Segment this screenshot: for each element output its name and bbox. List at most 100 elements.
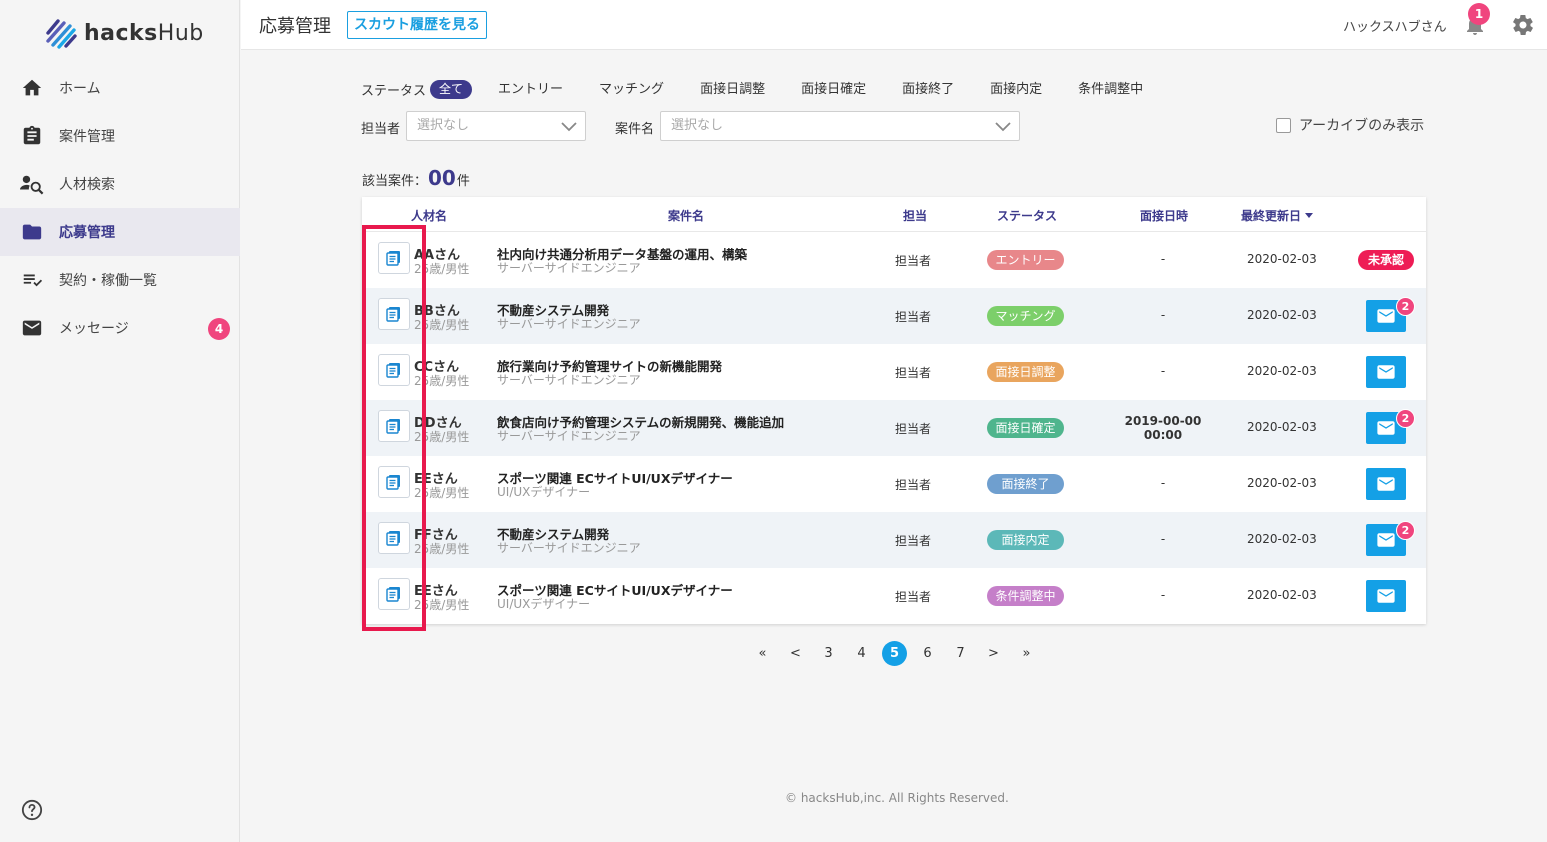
interview-datetime: 2019-00-00 00:00 xyxy=(1124,414,1202,442)
document-icon xyxy=(386,475,400,490)
hackshub-logo-icon xyxy=(46,19,77,49)
talent-detail-button[interactable] xyxy=(378,354,410,386)
message-count-badge: 4 xyxy=(208,318,230,340)
document-icon xyxy=(386,587,400,602)
home-icon xyxy=(20,76,44,100)
table-row: BBさん 25歳/男性 不動産システム開発 サーバーサイドエンジニア 担当者 マッチング -… xyxy=(362,288,1426,344)
archive-only-toggle[interactable]: アーカイブのみ表示 xyxy=(1276,115,1424,135)
status-filter-label: ステータス xyxy=(361,83,427,99)
talent-detail-button[interactable] xyxy=(378,242,410,274)
status-chip-interview-confirmed[interactable]: 面接日確定 xyxy=(793,80,874,99)
list-check-icon xyxy=(20,268,44,292)
updated-date: 2020-02-03 xyxy=(1247,532,1317,546)
sidebar-item-home[interactable]: ホーム xyxy=(0,64,240,112)
status-chip-negotiating[interactable]: 条件調整中 xyxy=(1070,80,1151,99)
talent-detail-button[interactable] xyxy=(378,466,410,498)
project-role: サーバーサイドエンジニア xyxy=(497,317,641,331)
table-row: CCさん 25歳/男性 旅行業向け予約管理サイトの新機能開発 サーバーサイドエンジニア… xyxy=(362,344,1426,400)
header-updated-sort[interactable]: 最終更新日 xyxy=(1241,207,1314,224)
sidebar-nav: ホーム 案件管理 人材検索 応募管理 契約・稼働一覧 メッセージ 4 xyxy=(0,64,240,352)
sidebar-item-label: ホーム xyxy=(59,81,101,97)
page-title: 応募管理 xyxy=(259,16,331,37)
project-filter-label: 案件名 xyxy=(615,122,655,137)
document-icon xyxy=(386,307,400,322)
updated-date: 2020-02-03 xyxy=(1247,364,1317,378)
project-role: サーバーサイドエンジニア xyxy=(497,373,641,387)
sidebar-item-label: 契約・稼働一覧 xyxy=(59,273,157,289)
owner-select-value: 選択なし xyxy=(417,118,470,133)
sidebar: hacksHub ホーム 案件管理 人材検索 応募管理 契約・稼働一覧 メッセー… xyxy=(0,0,240,842)
page-prev[interactable]: < xyxy=(779,641,812,666)
archive-checkbox[interactable] xyxy=(1276,117,1291,133)
page-first[interactable]: « xyxy=(746,641,779,666)
project-role: UI/UXデザイナー xyxy=(497,485,591,499)
project-select-value: 選択なし xyxy=(671,118,724,133)
sidebar-item-contracts[interactable]: 契約・稼働一覧 xyxy=(0,256,240,304)
talent-detail-button[interactable] xyxy=(378,410,410,442)
page-next[interactable]: > xyxy=(977,641,1010,666)
page-4[interactable]: 4 xyxy=(845,641,878,666)
table-row: EEさん 25歳/男性 スポーツ関連 ECサイトUI/UXデザイナー UI/UXデザイ… xyxy=(362,456,1426,512)
page-5-current[interactable]: 5 xyxy=(878,641,911,666)
status-chip-matching[interactable]: マッチング xyxy=(591,80,672,99)
updated-date: 2020-02-03 xyxy=(1247,588,1317,602)
status-chip-entry[interactable]: エントリー xyxy=(490,80,571,99)
gear-icon[interactable] xyxy=(1511,13,1535,37)
project-role: サーバーサイドエンジニア xyxy=(497,429,641,443)
header-interview: 面接日時 xyxy=(1140,209,1189,223)
project-role: サーバーサイドエンジニア xyxy=(497,261,641,275)
mail-icon xyxy=(1377,589,1395,603)
message-button[interactable] xyxy=(1366,580,1406,612)
talent-detail-button[interactable] xyxy=(378,522,410,554)
message-button[interactable] xyxy=(1366,468,1406,500)
table-body: AAさん 25歳/男性 社内向け共通分析用データ基盤の運用、構築 サーバーサイドエンジ… xyxy=(362,232,1426,624)
person-search-icon xyxy=(20,172,44,196)
mail-icon xyxy=(1377,421,1395,435)
scout-history-button[interactable]: スカウト履歴を見る xyxy=(347,11,487,39)
chevron-down-icon xyxy=(561,122,577,132)
table-row: EEさん 25歳/男性 スポーツ関連 ECサイトUI/UXデザイナー UI/UXデザイ… xyxy=(362,568,1426,624)
status-chip-all[interactable]: 全て xyxy=(430,79,473,99)
current-page-number: 5 xyxy=(882,641,907,666)
page-last[interactable]: » xyxy=(1010,641,1043,666)
header-status: ステータス xyxy=(997,209,1058,223)
page-3[interactable]: 3 xyxy=(812,641,845,666)
owner-select[interactable]: 選択なし xyxy=(406,111,586,141)
updated-date: 2020-02-03 xyxy=(1247,308,1317,322)
status-badge: 面接内定 xyxy=(987,530,1064,550)
interview-datetime: - xyxy=(1160,532,1166,546)
project-role: サーバーサイドエンジニア xyxy=(497,541,641,555)
sidebar-item-talent-search[interactable]: 人材検索 xyxy=(0,160,240,208)
talent-detail-button[interactable] xyxy=(378,578,410,610)
top-header: 応募管理 スカウト履歴を見る ハックスハブさん 1 xyxy=(241,0,1547,50)
user-name[interactable]: ハックスハブさん xyxy=(1343,16,1447,35)
sidebar-item-projects[interactable]: 案件管理 xyxy=(0,112,240,160)
owner-filter-label: 担当者 xyxy=(361,122,401,137)
status-badge: 面接日調整 xyxy=(987,362,1064,382)
status-chip-interview-scheduling[interactable]: 面接日調整 xyxy=(692,80,773,99)
sidebar-item-messages[interactable]: メッセージ 4 xyxy=(0,304,240,352)
help-icon[interactable] xyxy=(21,799,43,821)
page-7[interactable]: 7 xyxy=(944,641,977,666)
talent-meta: 25歳/男性 xyxy=(414,486,470,500)
logo[interactable]: hacksHub xyxy=(44,16,204,50)
message-button[interactable] xyxy=(1366,356,1406,388)
page-6[interactable]: 6 xyxy=(911,641,944,666)
unapproved-badge[interactable]: 未承認 xyxy=(1358,250,1414,270)
document-icon xyxy=(386,251,400,266)
header-owner: 担当 xyxy=(903,209,928,223)
project-select[interactable]: 選択なし xyxy=(660,111,1020,141)
talent-detail-button[interactable] xyxy=(378,298,410,330)
owner-name: 担当者 xyxy=(895,590,932,604)
sidebar-item-applications[interactable]: 応募管理 xyxy=(0,208,240,256)
status-chip-offer[interactable]: 面接内定 xyxy=(982,80,1050,99)
table-row: AAさん 25歳/男性 社内向け共通分析用データ基盤の運用、構築 サーバーサイドエンジ… xyxy=(362,232,1426,288)
result-count: 該当案件：00件 xyxy=(362,166,470,190)
applications-table: 人材名 案件名 担当 ステータス 面接日時 最終更新日 AAさん 25歳/男性 社内… xyxy=(362,197,1426,624)
status-chip-interview-done[interactable]: 面接終了 xyxy=(894,80,962,99)
sidebar-item-label: メッセージ xyxy=(59,321,129,337)
mail-icon xyxy=(1377,533,1395,547)
owner-name: 担当者 xyxy=(895,254,932,268)
owner-name: 担当者 xyxy=(895,422,932,436)
archive-label: アーカイブのみ表示 xyxy=(1299,118,1425,134)
